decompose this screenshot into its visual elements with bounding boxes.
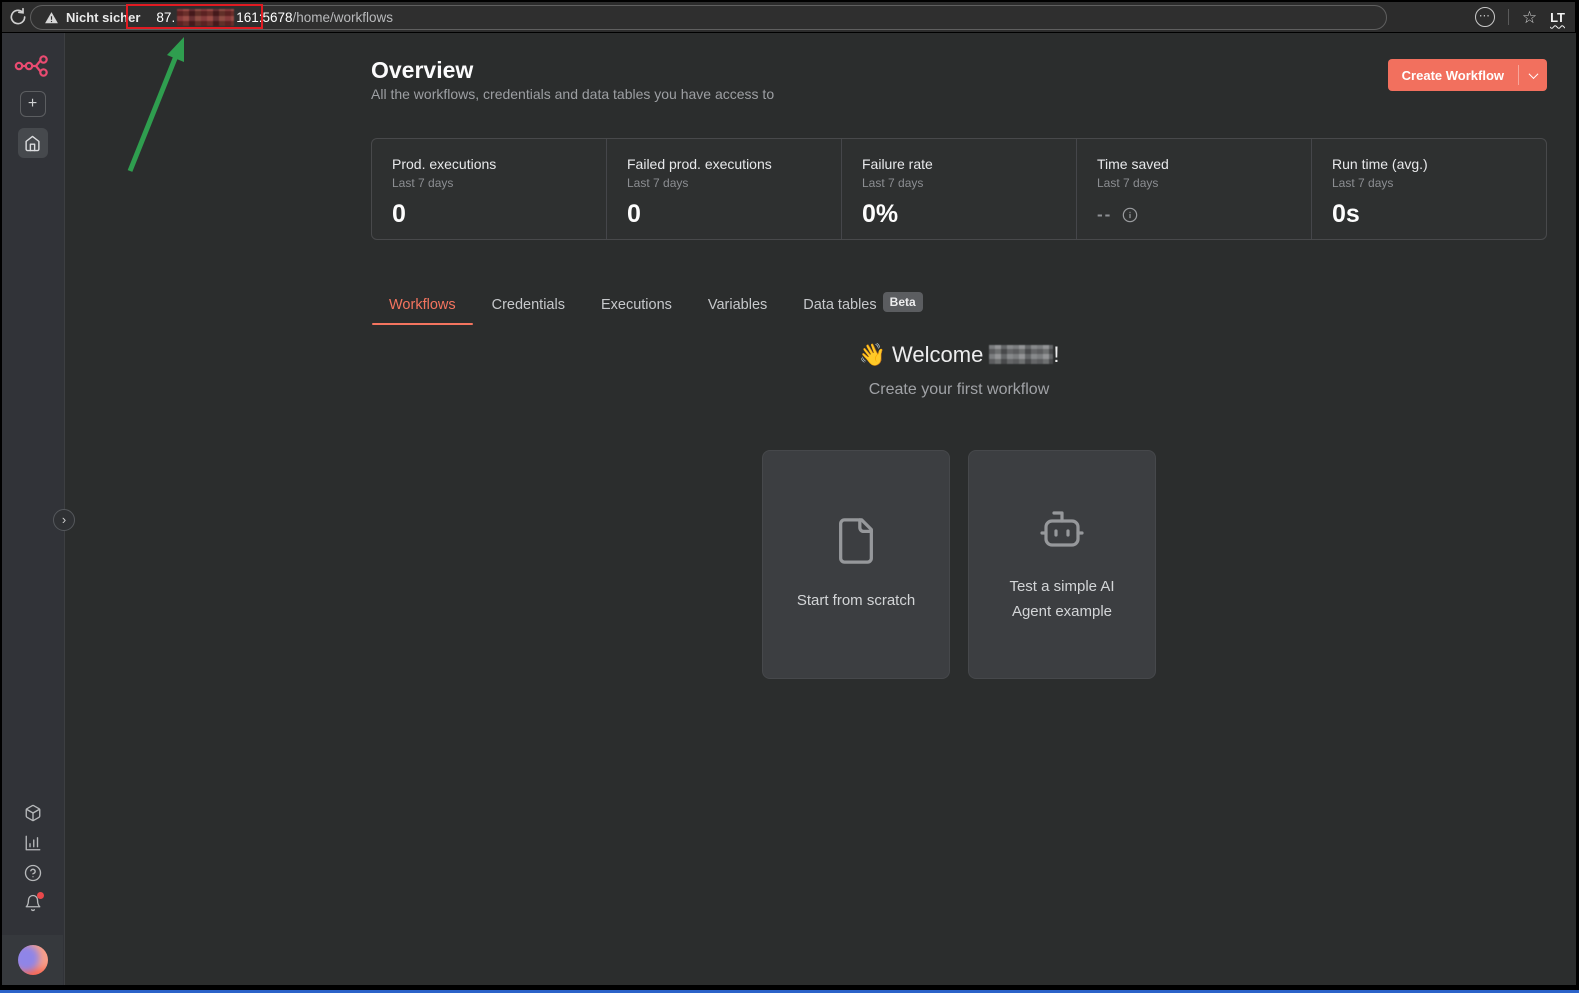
tab-executions[interactable]: Executions: [583, 291, 690, 325]
plus-icon: +: [27, 95, 38, 112]
avatar[interactable]: [17, 945, 48, 975]
languagetool-extension-icon[interactable]: LT: [1550, 10, 1565, 25]
sidebar-item-notifications[interactable]: [24, 892, 44, 912]
start-from-scratch-card[interactable]: Start from scratch: [762, 450, 950, 679]
redacted-ip-block: [177, 9, 235, 26]
bookmark-star-icon[interactable]: ☆: [1522, 9, 1537, 26]
stats-summary-bar: Prod. executions Last 7 days 0 Failed pr…: [371, 138, 1547, 240]
bar-chart-icon: [25, 835, 40, 851]
toolbar-actions: ⋯ ☆ LT: [1474, 2, 1565, 32]
create-workflow-button[interactable]: Create Workflow: [1387, 59, 1547, 91]
n8n-logo-icon[interactable]: [2, 55, 63, 77]
reload-icon[interactable]: [8, 7, 28, 27]
stat-failure-rate[interactable]: Failure rate Last 7 days 0%: [842, 139, 1077, 239]
resource-tabs: Workflows Credentials Executions Variabl…: [371, 291, 941, 325]
address-bar[interactable]: Nicht sicher 87. 161:5678/home/workflows: [30, 5, 1387, 30]
page-title: Overview: [371, 57, 474, 83]
url-path: /home/workflows: [292, 10, 394, 25]
sidebar-item-insights[interactable]: [24, 834, 42, 852]
package-icon: [25, 804, 40, 822]
help-circle-icon: [24, 864, 41, 882]
info-icon[interactable]: [1122, 207, 1138, 223]
sidebar-item-overview[interactable]: [2, 128, 63, 158]
starter-cards: Start from scratch Test a simple AI Agen…: [371, 450, 1547, 679]
chevron-right-icon: ›: [61, 512, 67, 527]
toolbar-divider: [1507, 9, 1509, 25]
sidebar-item-templates[interactable]: [24, 804, 42, 822]
sidebar-collapse-toggle[interactable]: ›: [53, 509, 75, 531]
page-subtitle: All the workflows, credentials and data …: [371, 86, 775, 102]
extensions-menu-icon[interactable]: ⋯: [1474, 7, 1495, 27]
beta-badge: Beta: [882, 292, 923, 312]
not-secure-warning-icon: [44, 11, 59, 25]
welcome-subtitle: Create your first workflow: [868, 381, 1050, 398]
add-workflow-button[interactable]: +: [2, 91, 63, 117]
stat-failed-prod-executions[interactable]: Failed prod. executions Last 7 days 0: [607, 139, 842, 239]
welcome-title: 👋 Welcome!: [858, 342, 1060, 367]
tab-workflows[interactable]: Workflows: [371, 291, 474, 325]
file-icon: [833, 515, 879, 567]
security-label: Nicht sicher: [66, 10, 141, 25]
tab-variables[interactable]: Variables: [690, 291, 785, 325]
home-icon: [25, 135, 40, 151]
create-workflow-label[interactable]: Create Workflow: [1388, 59, 1518, 91]
chevron-down-icon: [1528, 68, 1538, 79]
wave-emoji-icon: 👋: [858, 342, 886, 367]
tab-data-tables[interactable]: Data tables Beta: [785, 291, 940, 325]
tab-credentials[interactable]: Credentials: [474, 291, 583, 325]
stat-run-time-avg[interactable]: Run time (avg.) Last 7 days 0s: [1312, 139, 1546, 239]
stat-time-saved[interactable]: Time saved Last 7 days --: [1077, 139, 1312, 239]
notification-dot: [36, 892, 44, 899]
url-text: 87. 161:5678/home/workflows: [156, 9, 394, 26]
welcome-section: 👋 Welcome! Create your first workflow: [371, 342, 1547, 399]
robot-icon: [1038, 505, 1086, 553]
stat-prod-executions[interactable]: Prod. executions Last 7 days 0: [372, 139, 607, 239]
redacted-username: [989, 345, 1054, 364]
create-workflow-dropdown[interactable]: [1519, 59, 1547, 91]
main-panel: Overview All the workflows, credentials …: [65, 33, 1576, 985]
user-menu[interactable]: [2, 935, 63, 985]
browser-toolbar: Nicht sicher 87. 161:5678/home/workflows …: [2, 2, 1575, 32]
sidebar: + ›: [2, 33, 75, 985]
ai-agent-example-card[interactable]: Test a simple AI Agent example: [968, 450, 1156, 679]
sidebar-item-help[interactable]: [24, 864, 42, 882]
